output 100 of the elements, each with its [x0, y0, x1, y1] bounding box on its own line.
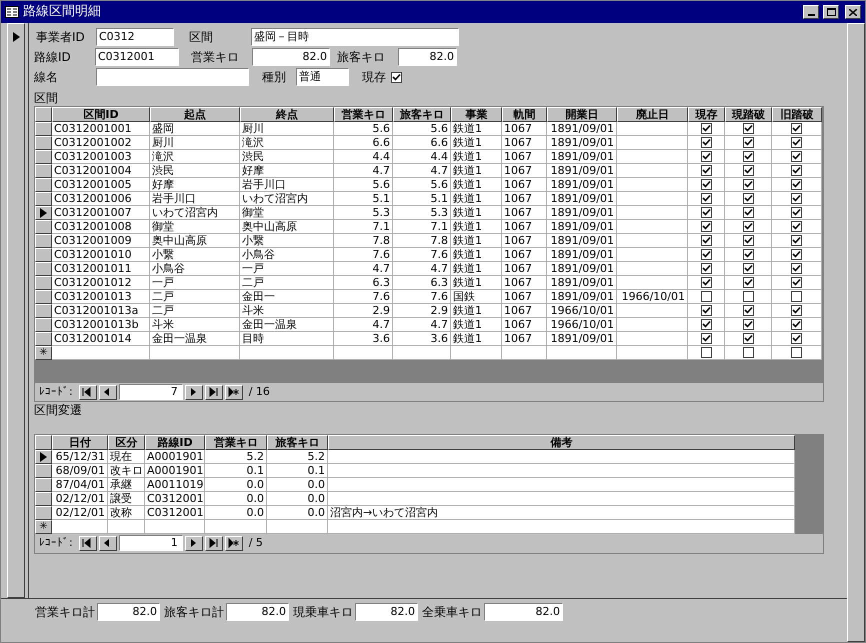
row-selector[interactable]: [35, 220, 52, 234]
row-selector[interactable]: [35, 464, 52, 478]
checkbox[interactable]: [700, 235, 712, 246]
row-selector[interactable]: [35, 136, 52, 150]
row-selector[interactable]: [35, 122, 52, 136]
passenger-km-field[interactable]: 82.0: [398, 48, 457, 66]
checkbox[interactable]: [742, 123, 754, 134]
line-name-field[interactable]: [96, 68, 249, 86]
checkbox[interactable]: [742, 319, 754, 330]
checkbox[interactable]: [791, 207, 802, 218]
record-nav-button[interactable]: [224, 536, 243, 550]
column-header[interactable]: 旅客キロ: [393, 107, 451, 122]
checkbox[interactable]: [791, 305, 802, 316]
row-selector[interactable]: [35, 450, 52, 464]
checkbox[interactable]: [791, 165, 802, 176]
checkbox[interactable]: [700, 137, 712, 148]
total-field[interactable]: 82.0: [97, 603, 160, 621]
minimize-button[interactable]: [803, 5, 819, 19]
checkbox[interactable]: [742, 347, 754, 358]
checkbox[interactable]: [742, 207, 754, 218]
record-number-field[interactable]: 7: [118, 384, 183, 400]
checkbox[interactable]: [742, 333, 754, 344]
column-header[interactable]: 日付: [52, 435, 108, 450]
row-selector[interactable]: [35, 492, 52, 506]
checkbox[interactable]: [700, 193, 712, 204]
checkbox[interactable]: [742, 221, 754, 232]
checkbox[interactable]: [700, 263, 712, 274]
row-selector[interactable]: [35, 478, 52, 492]
column-header[interactable]: 廃止日: [617, 107, 688, 122]
column-header[interactable]: 起点: [150, 107, 240, 122]
checkbox[interactable]: [700, 291, 712, 302]
record-nav-button[interactable]: [204, 384, 223, 400]
checkbox[interactable]: [742, 249, 754, 260]
row-selector[interactable]: ✳: [35, 346, 52, 360]
checkbox[interactable]: [791, 123, 802, 134]
column-header[interactable]: 終点: [240, 107, 334, 122]
column-header[interactable]: 旧踏破: [772, 107, 822, 122]
total-field[interactable]: 82.0: [484, 603, 563, 621]
checkbox[interactable]: [700, 319, 712, 330]
row-selector[interactable]: [35, 506, 52, 520]
total-field[interactable]: 82.0: [226, 603, 289, 621]
checkbox[interactable]: [791, 137, 802, 148]
checkbox[interactable]: [791, 333, 802, 344]
row-selector[interactable]: [35, 192, 52, 206]
checkbox[interactable]: [791, 235, 802, 246]
route-id-field[interactable]: C0312001: [95, 48, 179, 66]
checkbox[interactable]: [791, 179, 802, 190]
row-selector[interactable]: [35, 318, 52, 332]
checkbox[interactable]: [791, 291, 802, 302]
checkbox[interactable]: [791, 263, 802, 274]
record-nav-button[interactable]: [98, 384, 117, 400]
column-header[interactable]: 開業日: [547, 107, 617, 122]
row-selector[interactable]: [35, 290, 52, 304]
record-selector-bar[interactable]: [7, 23, 25, 598]
checkbox[interactable]: [700, 277, 712, 288]
checkbox[interactable]: [700, 207, 712, 218]
column-header[interactable]: 軌間: [502, 107, 547, 122]
column-header[interactable]: 営業キロ: [205, 435, 267, 450]
column-header[interactable]: 区分: [108, 435, 145, 450]
column-header[interactable]: 備考: [328, 435, 795, 450]
business-km-field[interactable]: 82.0: [252, 48, 330, 66]
checkbox[interactable]: [791, 221, 802, 232]
checkbox[interactable]: [742, 179, 754, 190]
row-selector[interactable]: [35, 276, 52, 290]
column-header[interactable]: 旅客キロ: [267, 435, 328, 450]
checkbox[interactable]: [742, 263, 754, 274]
column-header[interactable]: 現踏破: [725, 107, 772, 122]
record-nav-button[interactable]: [224, 384, 243, 400]
row-selector[interactable]: [35, 332, 52, 346]
row-selector[interactable]: ✳: [35, 520, 52, 534]
checkbox[interactable]: [791, 277, 802, 288]
maximize-button[interactable]: [823, 5, 839, 19]
checkbox[interactable]: [700, 179, 712, 190]
column-header[interactable]: 営業キロ: [334, 107, 393, 122]
record-nav-button[interactable]: [98, 536, 117, 550]
checkbox[interactable]: [700, 305, 712, 316]
checkbox[interactable]: [791, 193, 802, 204]
operator-id-field[interactable]: C0312: [96, 28, 174, 46]
vertical-scrollbar[interactable]: [847, 23, 865, 642]
checkbox[interactable]: [391, 72, 402, 82]
section-field[interactable]: 盛岡－目時: [251, 28, 459, 46]
checkbox[interactable]: [700, 333, 712, 344]
checkbox[interactable]: [742, 165, 754, 176]
checkbox[interactable]: [700, 151, 712, 162]
column-header[interactable]: 区間ID: [52, 107, 150, 122]
row-selector[interactable]: [35, 248, 52, 262]
column-header[interactable]: 事業: [451, 107, 502, 122]
checkbox[interactable]: [742, 305, 754, 316]
checkbox[interactable]: [742, 291, 754, 302]
checkbox[interactable]: [742, 137, 754, 148]
row-selector[interactable]: [35, 178, 52, 192]
row-selector[interactable]: [35, 206, 52, 220]
checkbox[interactable]: [700, 123, 712, 134]
record-nav-button[interactable]: [184, 536, 203, 550]
type-field[interactable]: 普通: [296, 68, 349, 86]
checkbox[interactable]: [700, 165, 712, 176]
total-field[interactable]: 82.0: [355, 603, 418, 621]
record-nav-button[interactable]: [78, 384, 97, 400]
checkbox[interactable]: [742, 151, 754, 162]
checkbox[interactable]: [742, 277, 754, 288]
